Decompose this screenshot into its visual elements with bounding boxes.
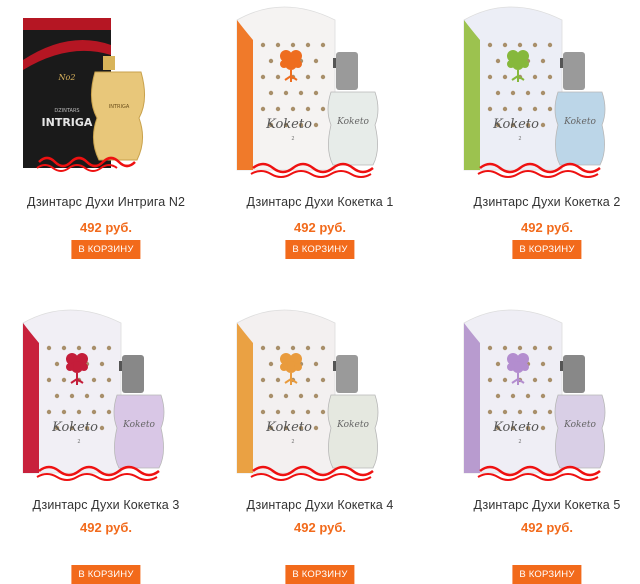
svg-text:2: 2 bbox=[518, 136, 521, 142]
svg-text:INTRIGA: INTRIGA bbox=[109, 104, 130, 110]
product-price: 492 руб. bbox=[80, 520, 132, 535]
product-grid: No2 DZINTARS INTRIGA INTRIGA Дзинтарс Ду… bbox=[0, 0, 640, 584]
add-to-cart-button[interactable]: В КОРЗИНУ bbox=[285, 565, 355, 584]
svg-text:Koketo: Koketo bbox=[563, 117, 596, 127]
product-image[interactable]: No2 DZINTARS INTRIGA INTRIGA bbox=[0, 0, 213, 185]
product-card: Koketo 2 Koketo Дзинтарс Духи Кокетка 1 4… bbox=[213, 0, 427, 270]
svg-text:Koketo: Koketo bbox=[336, 420, 369, 430]
add-to-cart-button[interactable]: В КОРЗИНУ bbox=[71, 240, 141, 259]
product-price: 492 руб. bbox=[521, 220, 573, 235]
svg-text:No2: No2 bbox=[58, 73, 76, 82]
product-image[interactable]: Koketo 2 Koketo bbox=[440, 303, 640, 488]
svg-text:2: 2 bbox=[291, 439, 294, 445]
product-name-link[interactable]: Дзинтарс Духи Кокетка 1 bbox=[213, 195, 427, 209]
product-card: No2 DZINTARS INTRIGA INTRIGA Дзинтарс Ду… bbox=[0, 0, 213, 270]
product-name-link[interactable]: Дзинтарс Духи Кокетка 3 bbox=[0, 498, 213, 512]
add-to-cart-button[interactable]: В КОРЗИНУ bbox=[285, 240, 355, 259]
product-card: Koketo 2 Koketo Дзинтарс Духи Кокетка 2 4… bbox=[440, 0, 640, 270]
product-name-link[interactable]: Дзинтарс Духи Кокетка 4 bbox=[213, 498, 427, 512]
svg-text:2: 2 bbox=[291, 136, 294, 142]
svg-text:Koketo: Koketo bbox=[492, 420, 539, 435]
svg-text:Koketo: Koketo bbox=[492, 117, 539, 132]
svg-text:2: 2 bbox=[518, 439, 521, 445]
product-name-link[interactable]: Дзинтарс Духи Кокетка 5 bbox=[440, 498, 640, 512]
svg-text:2: 2 bbox=[77, 439, 80, 445]
product-price: 492 руб. bbox=[80, 220, 132, 235]
svg-text:Koketo: Koketo bbox=[265, 117, 312, 132]
svg-text:Koketo: Koketo bbox=[336, 117, 369, 127]
svg-text:Koketo: Koketo bbox=[51, 420, 98, 435]
product-image[interactable]: Koketo 2 Koketo bbox=[440, 0, 640, 185]
product-price: 492 руб. bbox=[521, 520, 573, 535]
product-card: Koketo 2 Koketo Дзинтарс Духи Кокетка 4 4… bbox=[213, 303, 427, 584]
svg-text:DZINTARS: DZINTARS bbox=[54, 108, 79, 114]
product-price: 492 руб. bbox=[294, 520, 346, 535]
svg-text:Koketo: Koketo bbox=[265, 420, 312, 435]
svg-text:INTRIGA: INTRIGA bbox=[42, 116, 93, 129]
product-card: Koketo 2 Koketo Дзинтарс Духи Кокетка 5 4… bbox=[440, 303, 640, 584]
svg-text:Koketo: Koketo bbox=[122, 420, 155, 430]
add-to-cart-button[interactable]: В КОРЗИНУ bbox=[512, 240, 582, 259]
product-image[interactable]: Koketo 2 Koketo bbox=[213, 303, 427, 488]
product-image[interactable]: Koketo 2 Koketo bbox=[213, 0, 427, 185]
add-to-cart-button[interactable]: В КОРЗИНУ bbox=[512, 565, 582, 584]
svg-text:Koketo: Koketo bbox=[563, 420, 596, 430]
add-to-cart-button[interactable]: В КОРЗИНУ bbox=[71, 565, 141, 584]
product-name-link[interactable]: Дзинтарс Духи Кокетка 2 bbox=[440, 195, 640, 209]
product-price: 492 руб. bbox=[294, 220, 346, 235]
product-name-link[interactable]: Дзинтарс Духи Интрига N2 bbox=[0, 195, 213, 209]
product-card: Koketo 2 Koketo Дзинтарс Духи Кокетка 3 4… bbox=[0, 303, 213, 584]
product-image[interactable]: Koketo 2 Koketo bbox=[0, 303, 213, 488]
